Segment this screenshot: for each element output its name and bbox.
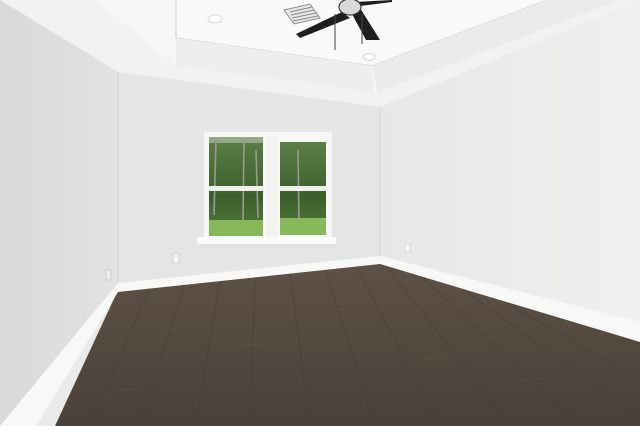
fan-light-kit [338,0,362,16]
outlet [172,253,180,264]
window-sill [197,237,336,244]
room-photo [0,0,640,426]
outlet [404,243,411,253]
double-window [197,132,336,248]
outlet [105,269,112,281]
recessed-light [362,53,376,61]
recessed-light [207,14,223,24]
